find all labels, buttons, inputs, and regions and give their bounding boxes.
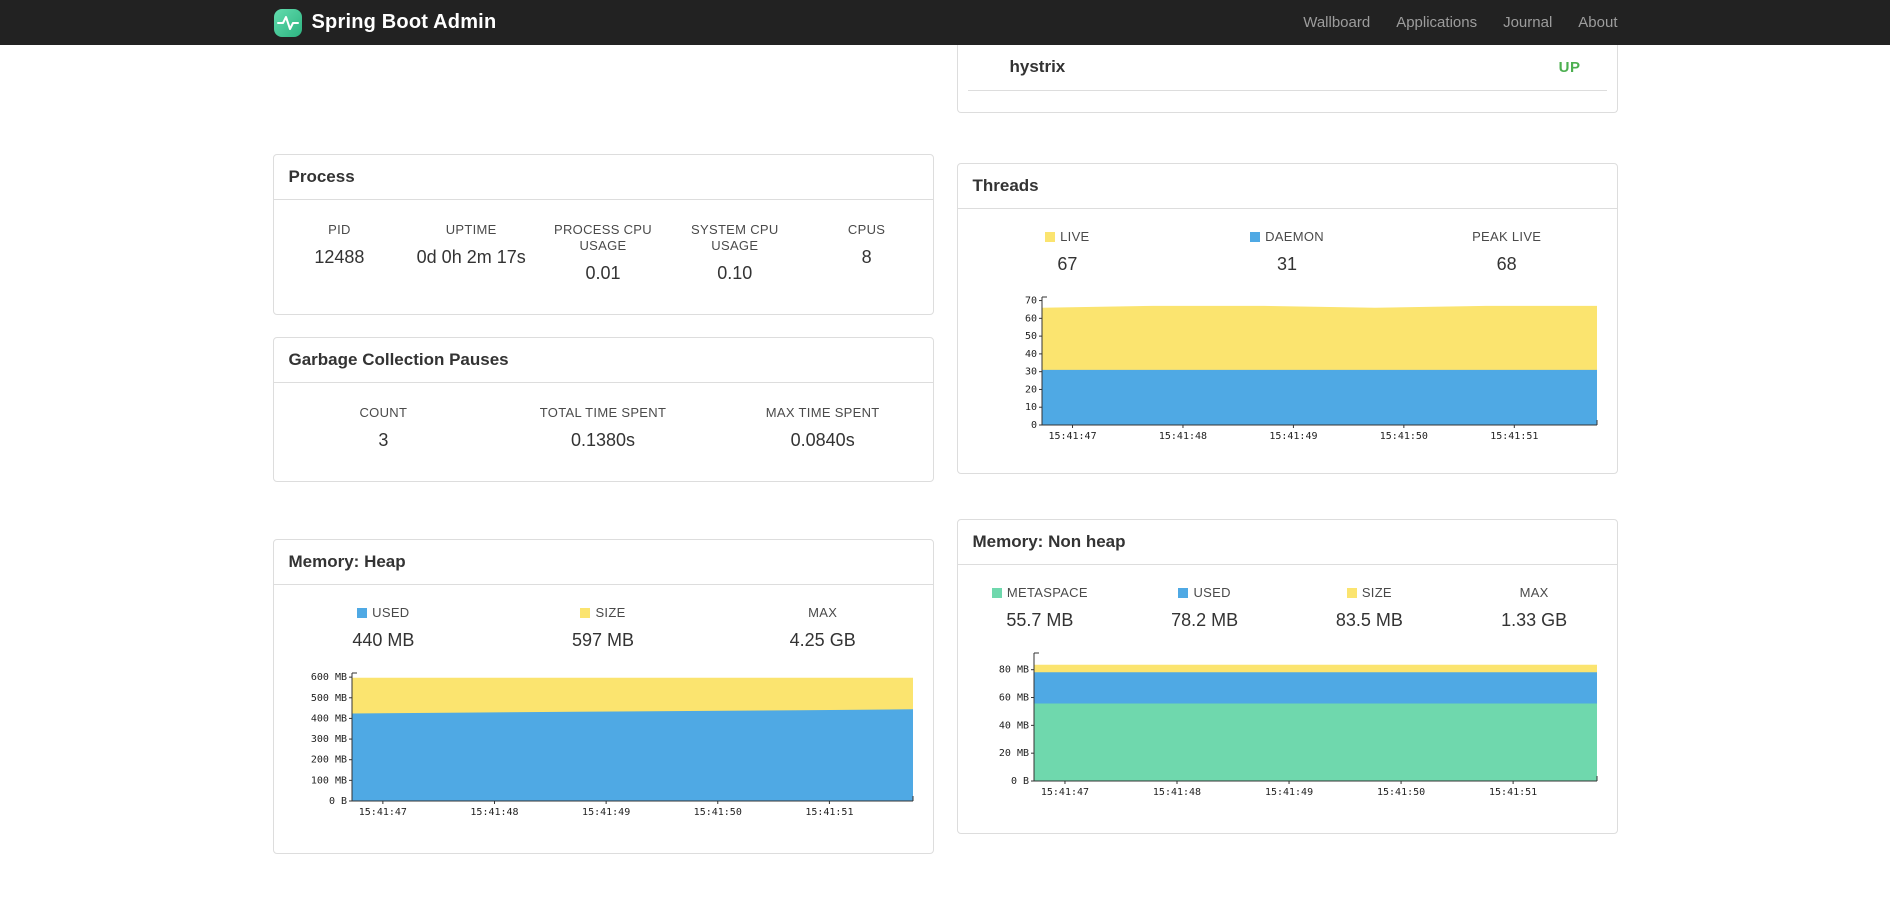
spring-boot-admin-logo-icon [273, 8, 303, 38]
stat-cpus: CPUS 8 [847, 222, 886, 267]
svg-text:15:41:50: 15:41:50 [1379, 431, 1427, 442]
brand-link[interactable]: Spring Boot Admin [273, 8, 497, 38]
application-row-hystrix[interactable]: hystrix UP [967, 45, 1607, 91]
nav-links: Wallboard Applications Journal About [1303, 14, 1617, 31]
memory-nonheap-stats: METASPACE 55.7 MB USED 78.2 MB SIZE 83.5… [958, 565, 1617, 645]
stat-system-cpu-usage: SYSTEM CPU USAGE 0.10 [691, 222, 779, 283]
application-status-badge: UP [1558, 58, 1581, 76]
stat-nonheap-size: SIZE 83.5 MB [1335, 585, 1403, 630]
svg-text:70: 70 [1024, 296, 1036, 307]
svg-text:200 MB: 200 MB [310, 755, 346, 766]
stat-heap-used: USED 440 MB [352, 605, 415, 650]
svg-text:15:41:47: 15:41:47 [1048, 431, 1096, 442]
threads-live-swatch-icon [1045, 232, 1056, 242]
stat-process-cpu-usage: PROCESS CPU USAGE 0.01 [554, 222, 652, 283]
applications-panel: hystrix UP [956, 45, 1618, 113]
nav-item-applications[interactable]: Applications [1396, 14, 1477, 31]
svg-text:15:41:47: 15:41:47 [358, 807, 406, 818]
svg-text:80 MB: 80 MB [998, 665, 1028, 676]
threads-panel-title: Threads [957, 164, 1617, 209]
memory-heap-panel: Memory: Heap USED 440 MB SIZE 597 MB MAX [272, 539, 934, 854]
stat-heap-max: MAX 4.25 GB [789, 605, 856, 650]
nonheap-metaspace-swatch-icon [991, 588, 1002, 598]
threads-daemon-swatch-icon [1250, 232, 1261, 242]
memory-nonheap-panel-title: Memory: Non heap [957, 520, 1617, 565]
nav-item-wallboard[interactable]: Wallboard [1303, 14, 1370, 31]
svg-text:600 MB: 600 MB [310, 672, 346, 683]
gc-panel-title: Garbage Collection Pauses [273, 338, 933, 383]
svg-text:40: 40 [1024, 349, 1036, 360]
svg-text:100 MB: 100 MB [310, 775, 346, 786]
heap-size-swatch-icon [580, 608, 591, 618]
stat-gc-total-time: TOTAL TIME SPENT 0.1380s [539, 405, 667, 450]
stat-gc-max-time: MAX TIME SPENT 0.0840s [765, 405, 880, 450]
navbar-inner: Spring Boot Admin Wallboard Applications… [273, 0, 1618, 45]
gc-stats: COUNT 3 TOTAL TIME SPENT 0.1380s MAX TIM… [274, 383, 933, 481]
right-column: hystrix UP Threads LIVE 67 DAEMON 31 PEA… [956, 45, 1618, 834]
stat-gc-count: COUNT 3 [359, 405, 408, 450]
svg-text:15:41:48: 15:41:48 [1158, 431, 1206, 442]
svg-text:30: 30 [1024, 367, 1036, 378]
svg-text:40 MB: 40 MB [998, 720, 1028, 731]
svg-text:15:41:51: 15:41:51 [1489, 787, 1537, 798]
svg-text:60: 60 [1024, 313, 1036, 324]
svg-text:0 B: 0 B [1010, 776, 1028, 787]
process-stats: PID 12488 UPTIME 0d 0h 2m 17s PROCESS CP… [274, 200, 933, 314]
stat-threads-peak-live: PEAK LIVE 68 [1472, 229, 1542, 274]
memory-nonheap-chart: 0 B 20 MB 40 MB 60 MB 80 MB 15:41:47 15:41:48 1… [986, 645, 1611, 805]
svg-text:50: 50 [1024, 331, 1036, 342]
applications-panel-footer [958, 91, 1617, 112]
svg-text:15:41:49: 15:41:49 [582, 807, 630, 818]
nonheap-size-swatch-icon [1346, 588, 1357, 598]
svg-text:15:41:49: 15:41:49 [1264, 787, 1312, 798]
svg-text:10: 10 [1024, 402, 1036, 413]
threads-chart: 0 10 20 30 40 50 60 70 15:41:47 15:41:48 15:41:49 1… [986, 289, 1611, 449]
heap-used-swatch-icon [357, 608, 368, 618]
stat-threads-live: LIVE 67 [958, 229, 1178, 275]
svg-text:15:41:48: 15:41:48 [470, 807, 518, 818]
svg-text:60 MB: 60 MB [998, 693, 1028, 704]
svg-text:15:41:50: 15:41:50 [693, 807, 741, 818]
memory-heap-chart: 0 B 100 MB 200 MB 300 MB 400 MB 500 MB 600 MB 1… [302, 665, 927, 825]
stat-nonheap-metaspace: METASPACE 55.7 MB [958, 585, 1123, 631]
process-panel-title: Process [273, 155, 933, 200]
svg-text:15:41:47: 15:41:47 [1040, 787, 1088, 798]
svg-text:15:41:51: 15:41:51 [1490, 431, 1538, 442]
svg-text:15:41:48: 15:41:48 [1152, 787, 1200, 798]
stat-uptime: UPTIME 0d 0h 2m 17s [416, 222, 526, 267]
process-panel: Process PID 12488 UPTIME 0d 0h 2m 17s PR… [272, 154, 934, 315]
nav-item-about[interactable]: About [1578, 14, 1617, 31]
svg-text:15:41:51: 15:41:51 [805, 807, 853, 818]
svg-text:20: 20 [1024, 384, 1036, 395]
threads-panel: Threads LIVE 67 DAEMON 31 PEAK LIVE 68 0… [956, 163, 1618, 474]
memory-nonheap-panel: Memory: Non heap METASPACE 55.7 MB USED … [956, 519, 1618, 834]
stat-nonheap-max: MAX 1.33 GB [1501, 585, 1568, 630]
memory-heap-stats: USED 440 MB SIZE 597 MB MAX 4.25 GB [274, 585, 933, 665]
nonheap-used-swatch-icon [1178, 588, 1189, 598]
navbar: Spring Boot Admin Wallboard Applications… [0, 0, 1890, 45]
application-name[interactable]: hystrix [1010, 57, 1066, 77]
svg-text:20 MB: 20 MB [998, 748, 1028, 759]
nav-item-journal[interactable]: Journal [1503, 14, 1552, 31]
stat-nonheap-used: USED 78.2 MB [1171, 585, 1239, 630]
main-content: Process PID 12488 UPTIME 0d 0h 2m 17s PR… [272, 45, 1618, 854]
svg-text:0 B: 0 B [328, 796, 346, 807]
stat-threads-daemon: DAEMON 31 [1177, 229, 1397, 275]
stat-heap-size: SIZE 597 MB [571, 605, 635, 650]
brand-title: Spring Boot Admin [311, 11, 497, 33]
svg-text:15:41:50: 15:41:50 [1376, 787, 1424, 798]
svg-text:0: 0 [1030, 420, 1036, 431]
svg-text:15:41:49: 15:41:49 [1269, 431, 1317, 442]
stat-pid: PID 12488 [314, 222, 365, 267]
memory-heap-panel-title: Memory: Heap [273, 540, 933, 585]
threads-stats: LIVE 67 DAEMON 31 PEAK LIVE 68 [958, 209, 1617, 289]
svg-text:300 MB: 300 MB [310, 734, 346, 745]
svg-text:400 MB: 400 MB [310, 713, 346, 724]
gc-pauses-panel: Garbage Collection Pauses COUNT 3 TOTAL … [272, 337, 934, 482]
left-column: Process PID 12488 UPTIME 0d 0h 2m 17s PR… [272, 45, 934, 854]
svg-text:500 MB: 500 MB [310, 693, 346, 704]
